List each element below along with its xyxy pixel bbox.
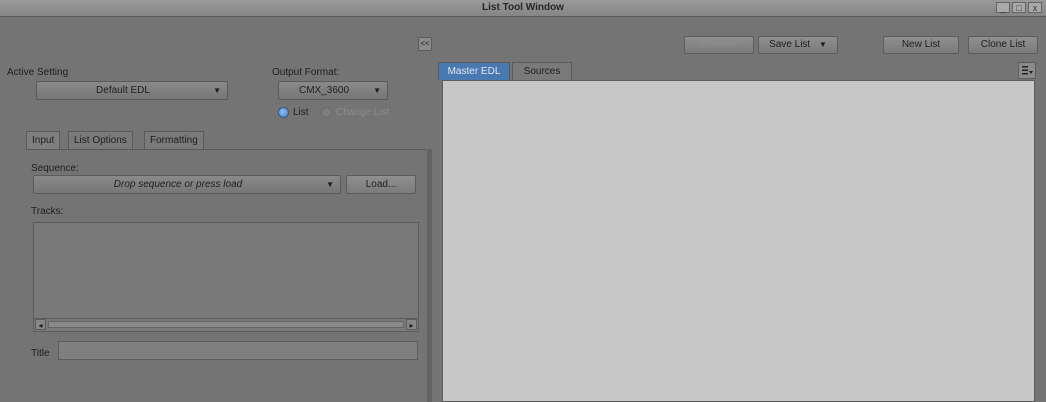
- maximize-button[interactable]: □: [1012, 2, 1026, 13]
- radio-list-label: List: [293, 107, 309, 118]
- radio-change-list-label: Change List: [336, 107, 390, 118]
- edl-list-area[interactable]: [442, 80, 1035, 402]
- scroll-thumb[interactable]: [48, 321, 404, 328]
- tab-sources[interactable]: Sources: [512, 62, 572, 80]
- scroll-left-icon[interactable]: ◂: [35, 319, 46, 330]
- output-format-value: CMX_3600: [298, 85, 350, 96]
- list-panel: Preview Save List ▼ New List Clone List …: [438, 17, 1046, 402]
- collapse-panel-button[interactable]: <<: [418, 37, 432, 51]
- tracks-label: Tracks:: [31, 206, 64, 217]
- window-controls: _ □ x: [996, 2, 1042, 13]
- list-tabs: Master EDL Sources: [438, 62, 1046, 80]
- menu-icon[interactable]: [1018, 62, 1036, 79]
- tracks-horizontal-scrollbar[interactable]: ◂ ▸: [34, 318, 418, 331]
- preview-button[interactable]: Preview: [684, 36, 754, 54]
- output-mode-group: List Change List: [278, 106, 428, 120]
- menu-icon-glyph: [1022, 66, 1033, 75]
- save-list-label: Save List: [769, 39, 811, 50]
- tab-input[interactable]: Input: [26, 131, 61, 149]
- radio-list[interactable]: [278, 107, 289, 118]
- settings-panel: << Active Setting Default EDL ▼ Output F…: [0, 17, 438, 402]
- minimize-button[interactable]: _: [996, 2, 1010, 13]
- panel-vertical-scrollbar[interactable]: [427, 149, 432, 402]
- save-list-button[interactable]: Save List ▼: [758, 36, 838, 54]
- chevron-down-icon: ▼: [326, 180, 334, 189]
- new-list-button[interactable]: New List: [883, 36, 959, 54]
- active-setting-dropdown[interactable]: Default EDL ▼: [36, 81, 228, 100]
- sequence-placeholder: Drop sequence or press load: [113, 179, 243, 190]
- active-setting-value: Default EDL: [96, 85, 150, 96]
- close-button[interactable]: x: [1028, 2, 1042, 13]
- window-title: List Tool Window: [482, 2, 564, 13]
- tracks-list[interactable]: ◂ ▸: [33, 222, 419, 332]
- title-input[interactable]: [58, 341, 418, 360]
- load-button[interactable]: Load...: [346, 175, 416, 194]
- tab-master-edl[interactable]: Master EDL: [438, 62, 510, 80]
- radio-change-list[interactable]: [321, 107, 332, 118]
- scroll-right-icon[interactable]: ▸: [406, 319, 417, 330]
- active-setting-label: Active Setting: [7, 67, 69, 78]
- chevron-down-icon: ▼: [213, 86, 221, 95]
- output-format-dropdown[interactable]: CMX_3600 ▼: [278, 81, 388, 100]
- output-format-label: Output Format:: [272, 67, 340, 78]
- title-label: Title: [31, 348, 50, 359]
- tab-formatting[interactable]: Formatting: [144, 131, 204, 149]
- tab-list-options[interactable]: List Options: [68, 131, 133, 149]
- settings-tabs: Input List Options Formatting: [26, 131, 426, 150]
- title-bar: List Tool Window _ □ x: [0, 0, 1046, 17]
- sequence-label: Sequence:: [31, 163, 79, 174]
- chevron-down-icon: ▼: [373, 86, 381, 95]
- chevron-down-icon: ▼: [819, 40, 827, 49]
- sequence-dropdown[interactable]: Drop sequence or press load ▼: [33, 175, 341, 194]
- clone-list-button[interactable]: Clone List: [968, 36, 1038, 54]
